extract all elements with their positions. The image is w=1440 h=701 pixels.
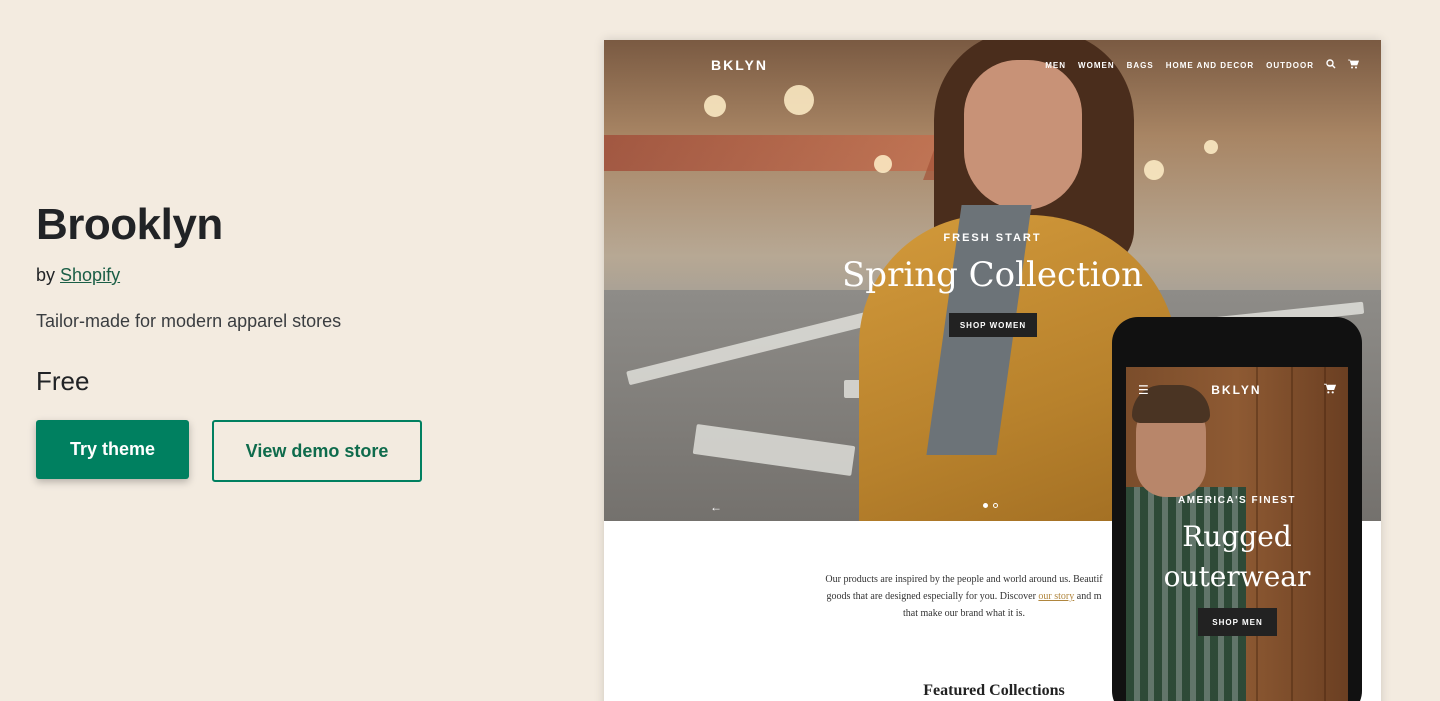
theme-name: Brooklyn bbox=[36, 200, 223, 249]
try-theme-button[interactable]: Try theme bbox=[36, 420, 189, 479]
phone-brand[interactable]: BKLYN bbox=[1211, 383, 1261, 397]
phone-headline-line-2: outerwear bbox=[1163, 560, 1311, 593]
slideshow-dots bbox=[983, 503, 998, 508]
menu-item-home-and-decor[interactable]: HOME AND DECOR bbox=[1166, 61, 1254, 70]
arrow-left-icon[interactable]: ← bbox=[710, 500, 722, 514]
mobile-preview: ☰ BKLYN AMERICA'S FINEST Rugged outerwea… bbox=[1112, 317, 1362, 701]
theme-price: Free bbox=[36, 366, 90, 396]
phone-eyebrow: AMERICA'S FINEST bbox=[1177, 495, 1297, 506]
menu-item-outdoor[interactable]: OUTDOOR bbox=[1266, 61, 1314, 70]
bokeh-light bbox=[1144, 160, 1164, 180]
intro-text: Our products are inspired by the people … bbox=[784, 571, 1144, 622]
bokeh-light bbox=[874, 155, 892, 173]
by-prefix: by bbox=[36, 265, 56, 285]
our-story-link[interactable]: our story bbox=[1038, 591, 1074, 602]
shop-women-button[interactable]: SHOP WOMEN bbox=[949, 313, 1037, 337]
phone-headline-line-1: Rugged bbox=[1182, 520, 1292, 553]
byline: by Shopify bbox=[36, 262, 496, 288]
bokeh-light bbox=[704, 95, 726, 117]
author-link[interactable]: Shopify bbox=[60, 265, 120, 285]
hero-eyebrow: FRESH START bbox=[943, 232, 1042, 244]
cart-icon[interactable] bbox=[1324, 383, 1337, 397]
slide-dot[interactable] bbox=[983, 503, 988, 508]
bokeh-light bbox=[1204, 140, 1218, 154]
hamburger-icon[interactable]: ☰ bbox=[1138, 383, 1149, 397]
shop-men-button[interactable]: SHOP MEN bbox=[1198, 608, 1277, 636]
action-buttons: Try theme View demo store bbox=[36, 420, 496, 482]
intro-line-2: goods that are designed especially for y… bbox=[826, 591, 1039, 602]
phone-headline: Rugged outerwear bbox=[1126, 517, 1348, 597]
store-menu: MEN WOMEN BAGS HOME AND DECOR OUTDOOR bbox=[1045, 58, 1360, 72]
phone-screen: ☰ BKLYN AMERICA'S FINEST Rugged outerwea… bbox=[1126, 367, 1348, 701]
menu-item-bags[interactable]: BAGS bbox=[1127, 61, 1154, 70]
store-nav: BKLYN MEN WOMEN BAGS HOME AND DECOR OUTD… bbox=[604, 40, 1381, 90]
menu-item-women[interactable]: WOMEN bbox=[1078, 61, 1115, 70]
featured-collections-heading: Featured Collections bbox=[923, 682, 1065, 699]
intro-line-2-end: and m bbox=[1074, 591, 1102, 602]
phone-nav: ☰ BKLYN bbox=[1126, 383, 1348, 397]
search-icon[interactable] bbox=[1326, 58, 1336, 72]
theme-tagline: Tailor-made for modern apparel stores bbox=[36, 311, 342, 331]
cart-icon[interactable] bbox=[1348, 59, 1360, 72]
theme-info: Brooklyn by Shopify Tailor-made for mode… bbox=[36, 196, 496, 482]
slide-dot[interactable] bbox=[993, 503, 998, 508]
view-demo-store-button[interactable]: View demo store bbox=[212, 420, 422, 482]
intro-line-3: that make our brand what it is. bbox=[903, 608, 1025, 619]
intro-line-1: Our products are inspired by the people … bbox=[825, 574, 1103, 585]
hero-headline: Spring Collection bbox=[842, 255, 1143, 295]
store-brand[interactable]: BKLYN bbox=[711, 57, 768, 73]
menu-item-men[interactable]: MEN bbox=[1045, 61, 1066, 70]
